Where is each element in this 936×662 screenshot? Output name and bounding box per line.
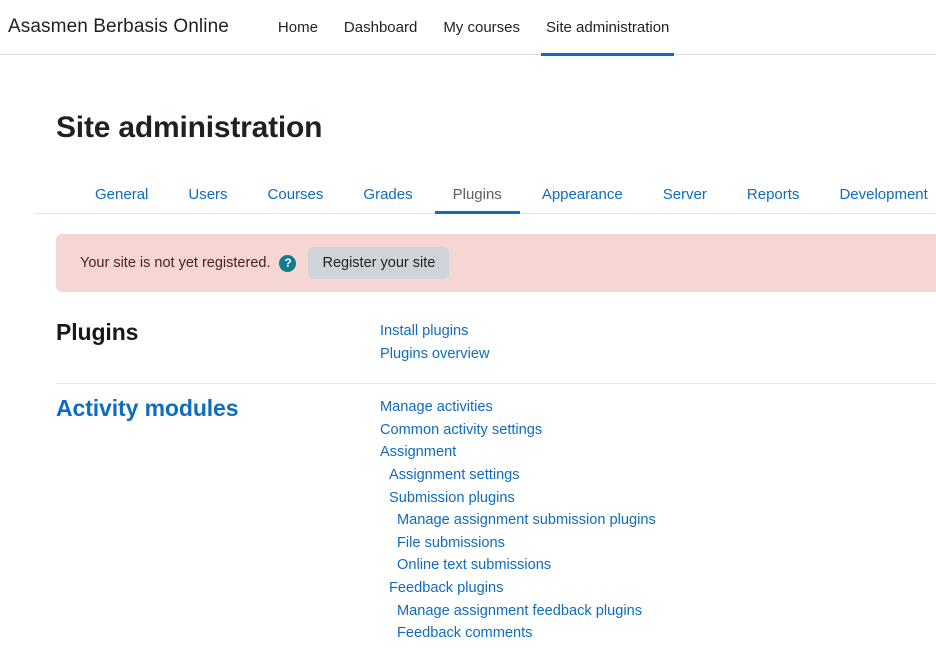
nav-link-dashboard[interactable]: Dashboard: [331, 0, 430, 55]
tab-reports[interactable]: Reports: [727, 187, 820, 213]
section-heading: Plugins: [56, 319, 139, 345]
section-plugins: Plugins Install plugins Plugins overview: [0, 316, 936, 365]
tab-users[interactable]: Users: [168, 187, 247, 213]
page-content: Site administration General Users Courses G…: [0, 55, 936, 645]
section-heading[interactable]: Activity modules: [56, 394, 380, 423]
section-heading-wrap: Activity modules: [56, 392, 380, 645]
admin-link-plugins-overview[interactable]: Plugins overview: [380, 343, 936, 366]
admin-link-online-text-submissions[interactable]: Online text submissions: [380, 554, 936, 577]
tab-server[interactable]: Server: [643, 187, 727, 213]
page-title: Site administration: [56, 111, 323, 144]
top-navbar: Asasmen Berbasis Online Home Dashboard My …: [0, 0, 936, 56]
site-brand-title: Asasmen Berbasis Online: [8, 16, 229, 37]
nav-link-site-administration[interactable]: Site administration: [533, 0, 682, 56]
admin-link-manage-assignment-submission-plugins[interactable]: Manage assignment submission plugins: [380, 509, 936, 532]
alert-message: Your site is not yet registered.: [80, 255, 271, 271]
section-link-list: Manage activities Common activity setting…: [380, 392, 936, 645]
admin-link-feedback-plugins[interactable]: Feedback plugins: [380, 577, 936, 600]
admin-link-manage-assignment-feedback-plugins[interactable]: Manage assignment feedback plugins: [380, 600, 936, 623]
tab-plugins[interactable]: Plugins: [433, 187, 522, 214]
help-icon[interactable]: ?: [279, 254, 297, 272]
admin-link-submission-plugins[interactable]: Submission plugins: [380, 487, 936, 510]
admin-link-file-submissions[interactable]: File submissions: [380, 532, 936, 555]
tab-general[interactable]: General: [75, 187, 168, 213]
primary-nav: Home Dashboard My courses Site administrati…: [265, 0, 683, 56]
tab-appearance[interactable]: Appearance: [522, 187, 643, 213]
admin-link-assignment-settings[interactable]: Assignment settings: [380, 464, 936, 487]
admin-link-assignment[interactable]: Assignment: [380, 441, 936, 464]
admin-link-feedback-comments[interactable]: Feedback comments: [380, 622, 936, 645]
admin-sections: Plugins Install plugins Plugins overview Ac…: [0, 316, 936, 645]
admin-tab-bar: General Users Courses Grades Plugins Appearan…: [35, 171, 936, 214]
nav-link-home[interactable]: Home: [265, 0, 331, 55]
nav-link-my-courses[interactable]: My courses: [430, 0, 533, 55]
admin-link-install-plugins[interactable]: Install plugins: [380, 320, 936, 343]
section-divider: [56, 383, 936, 385]
site-registration-alert: Your site is not yet registered. ? Regis…: [56, 234, 936, 292]
section-heading-wrap: Plugins: [56, 316, 380, 365]
section-link-list: Install plugins Plugins overview: [380, 316, 936, 365]
tab-development[interactable]: Development: [819, 187, 936, 213]
tab-courses[interactable]: Courses: [248, 187, 344, 213]
section-activity-modules: Activity modules Manage activities Common …: [0, 392, 936, 645]
register-your-site-button[interactable]: Register your site: [308, 247, 450, 279]
admin-link-common-activity-settings[interactable]: Common activity settings: [380, 419, 936, 442]
admin-link-manage-activities[interactable]: Manage activities: [380, 396, 936, 419]
tab-grades[interactable]: Grades: [343, 187, 432, 213]
